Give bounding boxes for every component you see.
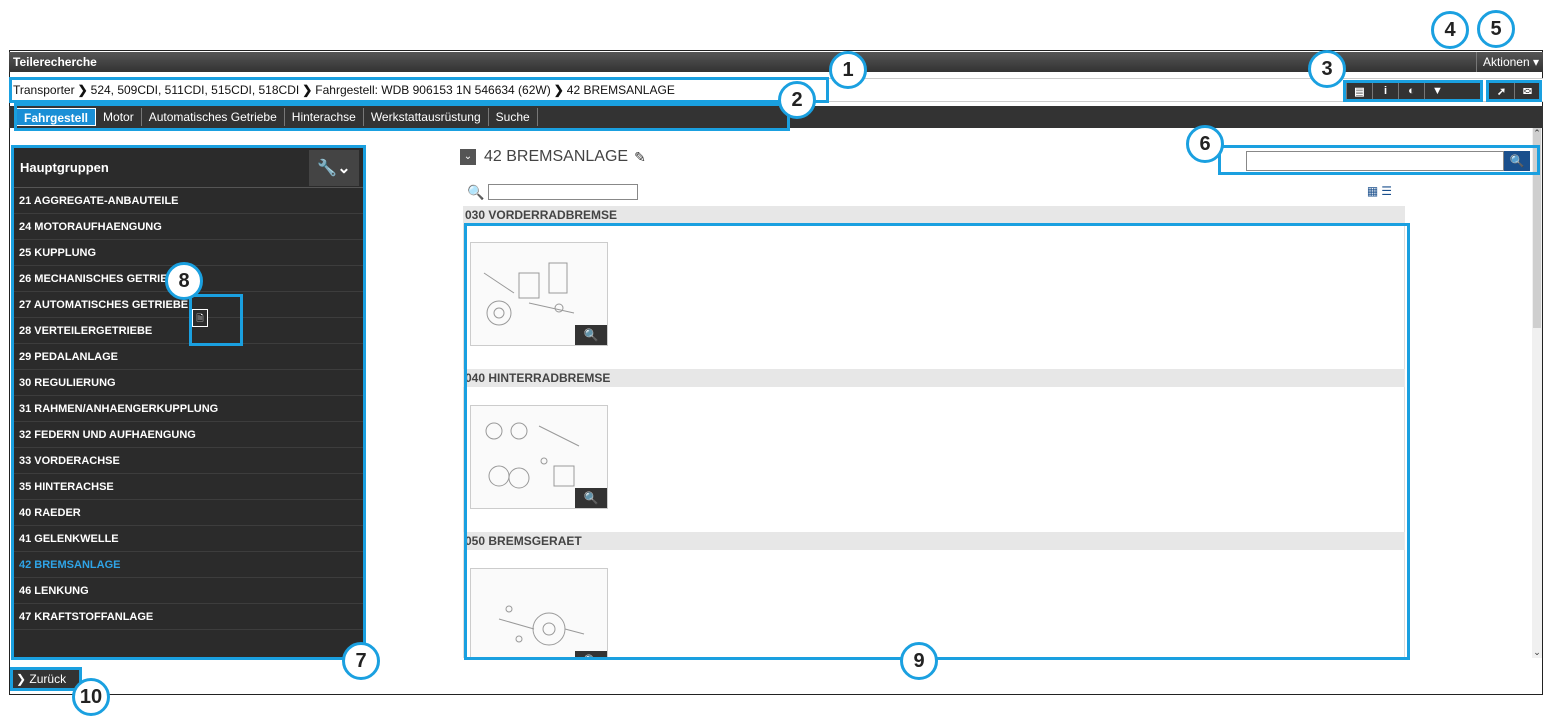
edit-icon[interactable]: ✎ xyxy=(634,149,646,166)
annotation-box-back xyxy=(10,667,82,691)
annotation-box-toolbar xyxy=(1343,80,1483,102)
annotation-box-document xyxy=(189,294,243,346)
callout-badge: 10 xyxy=(72,678,110,716)
chevron-up-icon[interactable]: ⌃ xyxy=(1532,128,1542,139)
annotation-box-extra xyxy=(1486,80,1542,102)
callout-badge: 3 xyxy=(1308,50,1346,88)
actions-menu-button[interactable]: Aktionen ▾ xyxy=(1475,52,1543,72)
annotation-box-content xyxy=(464,223,1410,660)
search-icon: 🔍 xyxy=(467,183,485,200)
scrollbar[interactable]: ⌃ ⌄ xyxy=(1532,128,1542,658)
callout-badge: 2 xyxy=(778,81,816,119)
content-header: ⌄ 42 BREMSANLAGE ✎ xyxy=(460,146,646,168)
group-filter-bar: 🔍 ▦☰ xyxy=(463,178,1405,206)
page-title: 42 BREMSANLAGE xyxy=(484,148,629,165)
chevron-down-icon[interactable]: ⌄ xyxy=(460,149,476,165)
callout-badge: 6 xyxy=(1186,125,1224,163)
annotation-box-tabs xyxy=(14,103,790,131)
callout-badge: 9 xyxy=(900,642,938,680)
chevron-down-icon[interactable]: ⌄ xyxy=(1532,647,1542,658)
callout-badge: 1 xyxy=(829,51,867,89)
annotation-box-breadcrumb xyxy=(9,77,829,103)
window-title: Teilerecherche xyxy=(13,55,97,69)
group-header[interactable]: 030 VORDERRADBREMSE xyxy=(463,206,1405,224)
annotation-box-search xyxy=(1218,145,1540,175)
callout-badge: 7 xyxy=(342,642,380,680)
callout-badge: 8 xyxy=(165,262,203,300)
annotation-box-sidebar xyxy=(11,145,366,660)
group-filter-input[interactable] xyxy=(488,184,639,200)
callout-badge: 5 xyxy=(1477,10,1515,48)
callout-badge: 4 xyxy=(1431,11,1469,49)
view-toggle[interactable]: ▦☰ xyxy=(1367,184,1395,198)
